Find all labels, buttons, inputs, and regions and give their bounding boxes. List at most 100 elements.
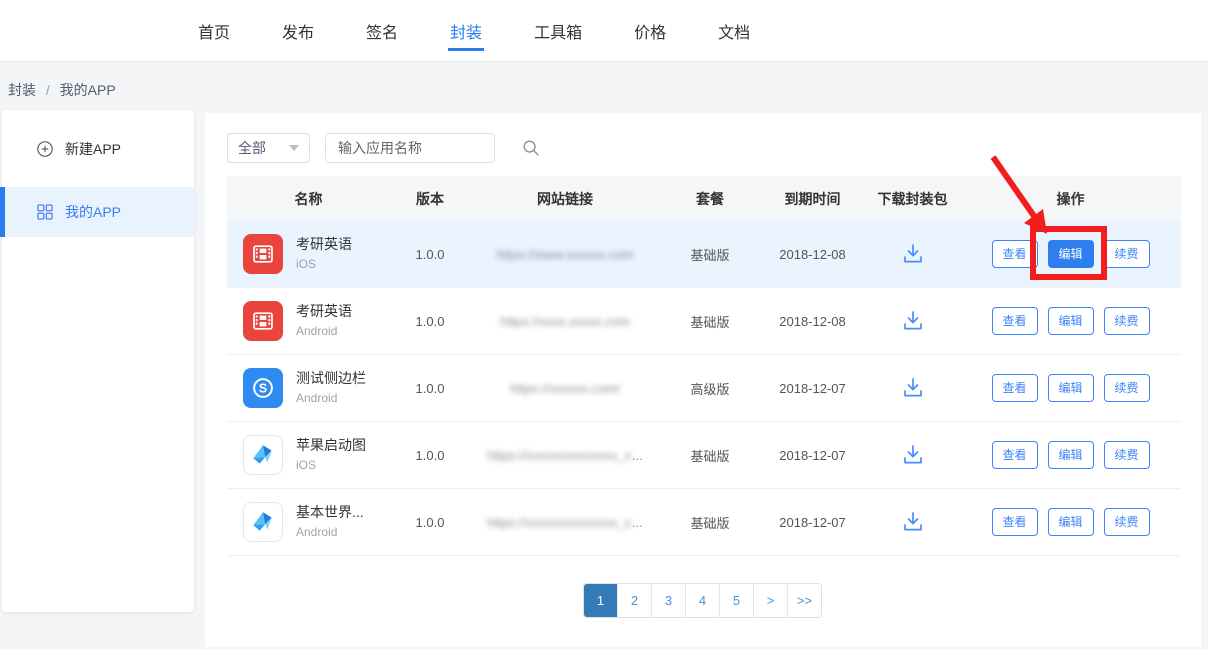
download-icon[interactable]	[900, 241, 926, 267]
nav-item-package[interactable]: 封装	[448, 11, 484, 51]
expiry-cell: 2018-12-08	[760, 314, 865, 329]
app-name-cell: 考研英语 iOS	[227, 234, 390, 274]
edit-button[interactable]: 编辑	[1048, 508, 1094, 536]
nav-item-publish[interactable]: 发布	[280, 11, 316, 51]
plan-cell: 基础版	[660, 245, 760, 264]
version-cell: 1.0.0	[390, 515, 470, 530]
category-select[interactable]: 全部	[227, 133, 310, 163]
blurred-url: https://xxxxxxxxxxxxxx_x	[487, 515, 631, 530]
expiry-cell: 2018-12-08	[760, 247, 865, 262]
last-page-button[interactable]: >>	[788, 584, 821, 617]
nav-item-pricing[interactable]: 价格	[632, 11, 668, 51]
blurred-url: https://xxxxxx.com/	[510, 381, 620, 396]
sidebar-item-new-app[interactable]: 新建APP	[2, 124, 194, 174]
edit-button[interactable]: 编辑	[1048, 374, 1094, 402]
app-name: 基本世界...	[296, 504, 364, 522]
origami-bird-icon	[243, 435, 283, 475]
column-header: 下载封装包	[865, 189, 960, 209]
download-cell	[865, 308, 960, 334]
blurred-url: https://xxxxxxxxxxxxxx_x	[487, 448, 631, 463]
breadcrumb-current: 我的APP	[60, 82, 116, 98]
renew-button[interactable]: 续费	[1104, 441, 1150, 469]
table-row: 考研英语Android1.0.0https://xxxx.xxxxx.com基础…	[227, 288, 1181, 355]
sidebar-item-label: 新建APP	[65, 139, 121, 159]
download-icon[interactable]	[900, 442, 926, 468]
page-3-button[interactable]: 3	[652, 584, 686, 617]
edit-button[interactable]: 编辑	[1048, 240, 1094, 268]
version-cell: 1.0.0	[390, 448, 470, 463]
search-box	[325, 133, 495, 163]
nav-item-docs[interactable]: 文档	[716, 11, 752, 51]
table-body: 考研英语iOS1.0.0https://www.xxxxxx.com基础版201…	[227, 221, 1181, 556]
app-name-block: 考研英语 iOS	[296, 236, 352, 272]
download-icon[interactable]	[900, 308, 926, 334]
url-cell: https://xxxxxx.com/	[470, 381, 660, 396]
actions-cell: 查看编辑续费	[960, 441, 1181, 469]
main-panel: 全部 名称版本网站链接套餐到期时间下载封装包操作 考研英语iOS1.0.0htt…	[205, 113, 1201, 647]
plus-circle-icon	[36, 140, 54, 158]
expiry-cell: 2018-12-07	[760, 381, 865, 396]
app-platform: Android	[296, 391, 366, 406]
pagination: 12345>>>	[583, 583, 822, 618]
nav-item-sign[interactable]: 签名	[364, 11, 400, 51]
nav-item-toolbox[interactable]: 工具箱	[532, 11, 584, 51]
app-name: 苹果启动图	[296, 437, 366, 455]
edit-button[interactable]: 编辑	[1048, 441, 1094, 469]
blurred-url: https://xxxx.xxxxx.com	[500, 314, 629, 329]
view-button[interactable]: 查看	[992, 441, 1038, 469]
top-navigation: 首页 发布 签名 封装 工具箱 价格 文档	[0, 0, 1208, 62]
blurred-url: https://www.xxxxxx.com	[496, 247, 633, 262]
sidebar-item-my-app[interactable]: 我的APP	[2, 187, 194, 237]
edit-button[interactable]: 编辑	[1048, 307, 1094, 335]
breadcrumb-section[interactable]: 封装	[8, 82, 36, 98]
url-ellipsis: ...	[632, 515, 643, 530]
page-5-button[interactable]: 5	[720, 584, 754, 617]
page-1-button[interactable]: 1	[584, 584, 618, 617]
view-button[interactable]: 查看	[992, 374, 1038, 402]
app-name-block: 基本世界... Android	[296, 504, 364, 540]
url-cell: https://xxxx.xxxxx.com	[470, 314, 660, 329]
app-name: 测试侧边栏	[296, 370, 366, 388]
download-icon[interactable]	[900, 375, 926, 401]
s-circle-icon: S	[243, 368, 283, 408]
column-header: 名称	[227, 189, 390, 209]
table-header-row: 名称版本网站链接套餐到期时间下载封装包操作	[227, 176, 1181, 221]
page-2-button[interactable]: 2	[618, 584, 652, 617]
table-row: S测试侧边栏Android1.0.0https://xxxxxx.com/高级版…	[227, 355, 1181, 422]
download-cell	[865, 442, 960, 468]
renew-button[interactable]: 续费	[1104, 307, 1150, 335]
category-select-value: 全部	[238, 138, 266, 158]
app-name-cell: 苹果启动图iOS	[227, 435, 390, 475]
app-name-cell: S 测试侧边栏 Android	[227, 368, 390, 408]
page-4-button[interactable]: 4	[686, 584, 720, 617]
app-platform: Android	[296, 525, 364, 540]
download-icon[interactable]	[900, 509, 926, 535]
column-header: 操作	[960, 189, 1181, 209]
search-input[interactable]	[336, 134, 521, 162]
url-cell: https://www.xxxxxx.com	[470, 247, 660, 262]
film-icon	[243, 234, 283, 274]
expiry-cell: 2018-12-07	[760, 448, 865, 463]
next-page-button[interactable]: >	[754, 584, 788, 617]
app-platform: iOS	[296, 257, 352, 272]
breadcrumb-separator: /	[46, 82, 50, 98]
expiry-cell: 2018-12-07	[760, 515, 865, 530]
column-header: 套餐	[660, 189, 760, 209]
nav-item-home[interactable]: 首页	[196, 11, 232, 51]
search-icon[interactable]	[521, 138, 541, 158]
actions-cell: 查看编辑续费	[960, 508, 1181, 536]
view-button[interactable]: 查看	[992, 240, 1038, 268]
download-cell	[865, 375, 960, 401]
app-name: 考研英语	[296, 236, 352, 254]
renew-button[interactable]: 续费	[1104, 374, 1150, 402]
sidebar-item-label: 我的APP	[65, 202, 121, 222]
view-button[interactable]: 查看	[992, 508, 1038, 536]
renew-button[interactable]: 续费	[1104, 508, 1150, 536]
view-button[interactable]: 查看	[992, 307, 1038, 335]
url-ellipsis: ...	[632, 448, 643, 463]
chevron-down-icon	[289, 145, 299, 151]
renew-button[interactable]: 续费	[1104, 240, 1150, 268]
app-table: 名称版本网站链接套餐到期时间下载封装包操作 考研英语iOS1.0.0https:…	[227, 176, 1181, 556]
url-cell: https://xxxxxxxxxxxxxx_x...	[470, 515, 660, 530]
download-cell	[865, 509, 960, 535]
